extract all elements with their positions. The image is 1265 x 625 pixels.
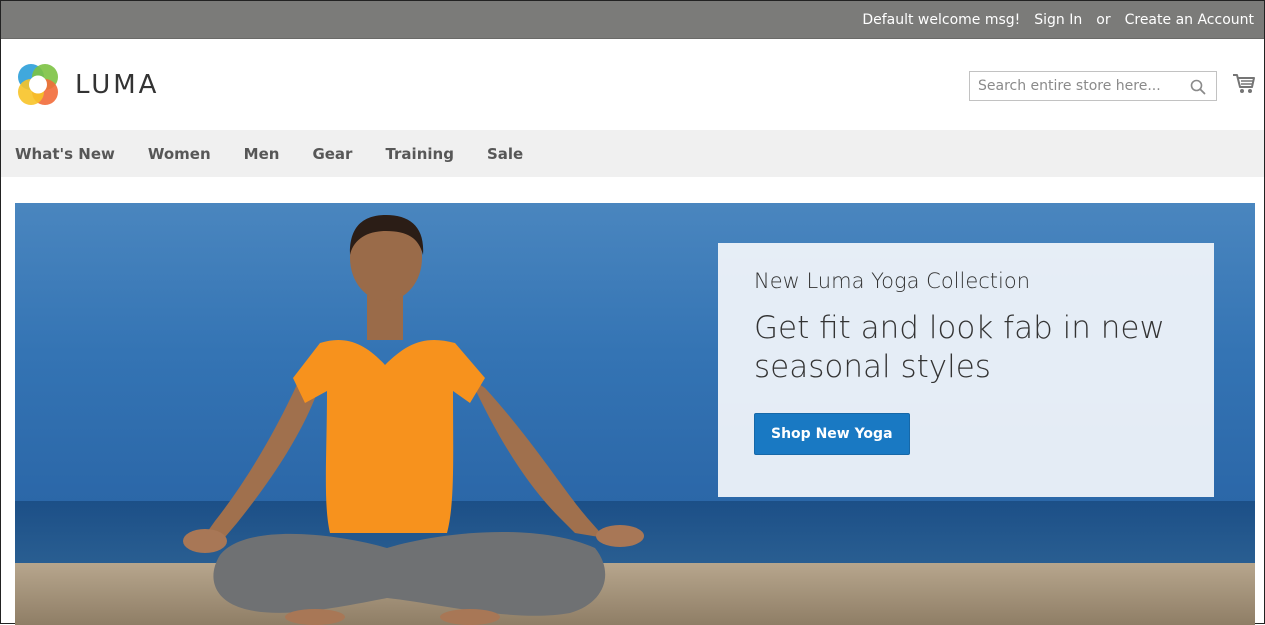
cart-icon[interactable] <box>1232 73 1256 99</box>
nav-item-whats-new[interactable]: What's New <box>15 145 115 163</box>
search-box <box>969 71 1217 101</box>
luma-logo-icon <box>18 64 58 105</box>
sign-in-link[interactable]: Sign In <box>1034 12 1082 28</box>
shop-new-yoga-button[interactable]: Shop New Yoga <box>754 413 910 455</box>
search-icon[interactable] <box>1190 79 1206 99</box>
logo-text: LUMA <box>75 70 160 100</box>
nav-item-training[interactable]: Training <box>385 145 453 163</box>
promo-subtitle: New Luma Yoga Collection <box>754 269 1031 293</box>
top-bar: Default welcome msg! Sign In or Create a… <box>1 1 1264 39</box>
search-input[interactable] <box>970 72 1196 100</box>
nav-item-men[interactable]: Men <box>244 145 280 163</box>
header: LUMA <box>1 40 1264 130</box>
promo-box: New Luma Yoga Collection Get fit and loo… <box>718 243 1214 497</box>
hero-banner[interactable]: New Luma Yoga Collection Get fit and loo… <box>15 203 1255 625</box>
create-account-link[interactable]: Create an Account <box>1125 12 1254 28</box>
promo-title: Get fit and look fab in new seasonal sty… <box>754 310 1165 385</box>
logo[interactable]: LUMA <box>15 62 159 108</box>
main-navigation: What's New Women Men Gear Training Sale <box>1 130 1264 177</box>
nav-item-women[interactable]: Women <box>148 145 211 163</box>
nav-item-sale[interactable]: Sale <box>487 145 523 163</box>
welcome-message: Default welcome msg! <box>862 11 1021 28</box>
or-separator: or <box>1096 11 1111 28</box>
nav-item-gear[interactable]: Gear <box>312 145 352 163</box>
